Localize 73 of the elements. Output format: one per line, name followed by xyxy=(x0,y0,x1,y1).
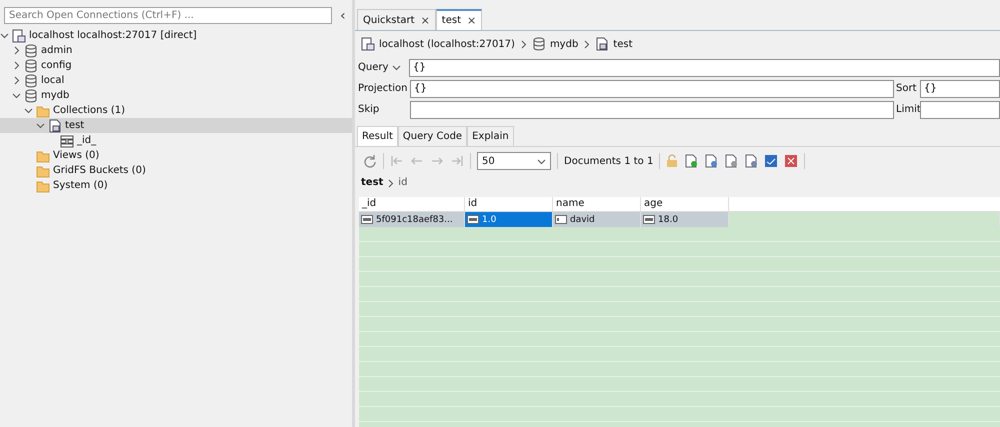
add-document-icon[interactable] xyxy=(684,154,698,168)
chevron-icon xyxy=(582,40,592,48)
table-cell[interactable]: 5f091c18aef83... xyxy=(359,212,465,227)
table-cell[interactable]: 1.0 xyxy=(465,212,553,227)
path-field[interactable]: id xyxy=(398,177,408,193)
column-header[interactable]: id xyxy=(465,197,553,212)
text-icon xyxy=(555,215,567,224)
tree-item[interactable]: localhost localhost:27017 [direct] xyxy=(0,28,352,43)
field-label: Limit xyxy=(896,104,918,115)
field-label: Projection xyxy=(358,83,408,94)
checkmark-icon[interactable] xyxy=(764,154,778,168)
breadcrumb-item[interactable]: mydb xyxy=(550,38,578,50)
tab[interactable]: Explain xyxy=(467,126,514,146)
tab[interactable]: Query Code xyxy=(398,126,468,146)
search-field[interactable]: Search Open Connections (Ctrl+F) ... xyxy=(4,7,332,24)
number-icon xyxy=(467,215,479,224)
tree-item[interactable]: test xyxy=(0,118,352,133)
index-icon xyxy=(60,134,74,148)
refresh-icon[interactable] xyxy=(363,154,377,168)
tree-item[interactable]: mydb xyxy=(0,88,352,103)
chevron-icon xyxy=(518,40,528,48)
chevron-icon[interactable] xyxy=(392,63,401,72)
edit-document-icon[interactable] xyxy=(724,154,738,168)
folder-icon xyxy=(36,164,50,178)
document-count: Documents 1 to 1 xyxy=(564,156,654,166)
table-cell[interactable]: 18.0 xyxy=(641,212,729,227)
field-label: Query xyxy=(358,62,390,73)
breadcrumb-item[interactable]: test xyxy=(613,38,633,50)
projection-field[interactable]: {} xyxy=(410,80,894,98)
tree-item[interactable]: Collections (1) xyxy=(0,103,352,118)
sort-field[interactable]: {} xyxy=(920,80,1000,98)
tree-item[interactable]: GridFS Buckets (0) xyxy=(0,163,352,178)
column-header[interactable]: age xyxy=(641,197,729,212)
server-icon xyxy=(12,28,26,42)
query-field[interactable]: {} xyxy=(409,58,1000,76)
document-icon xyxy=(48,118,62,132)
delete-icon[interactable] xyxy=(784,154,798,168)
tree-item[interactable]: System (0) xyxy=(0,178,352,193)
field-label: Sort xyxy=(896,83,918,94)
document-icon xyxy=(595,37,610,51)
tree-item[interactable]: Views (0) xyxy=(0,148,352,163)
limit-field[interactable] xyxy=(920,100,1000,118)
field-label: Skip xyxy=(358,104,380,115)
close-icon[interactable]: × xyxy=(420,14,430,26)
tree-item[interactable]: admin xyxy=(0,43,352,58)
close-icon[interactable]: × xyxy=(467,14,476,27)
chevron-icon xyxy=(386,179,396,188)
tab[interactable]: Result xyxy=(357,126,398,146)
tree-item[interactable]: config xyxy=(0,58,352,73)
folder-icon xyxy=(36,148,50,162)
database-icon xyxy=(24,58,38,72)
tab[interactable]: Quickstart × xyxy=(357,9,436,30)
path-root[interactable]: test xyxy=(361,177,384,193)
server-icon xyxy=(361,37,375,51)
tree-item[interactable]: local xyxy=(0,73,352,88)
clone-document-icon[interactable] xyxy=(704,154,718,168)
id-card-icon xyxy=(361,215,373,224)
database-icon xyxy=(24,44,38,58)
breadcrumb-item[interactable]: localhost (localhost:27017) xyxy=(379,38,515,50)
column-header[interactable]: _id xyxy=(359,197,465,212)
database-icon xyxy=(24,74,38,88)
page-size-dropdown[interactable]: 50 xyxy=(477,152,551,170)
database-icon xyxy=(24,88,38,102)
tree-item[interactable]: _id_ xyxy=(0,133,352,148)
column-header[interactable]: name xyxy=(553,197,641,212)
table-cell[interactable]: david xyxy=(553,212,641,227)
view-document-icon[interactable] xyxy=(744,154,758,168)
folder-icon xyxy=(36,178,50,192)
skip-field[interactable] xyxy=(410,100,894,118)
collapse-button[interactable]: ‹ xyxy=(340,8,346,24)
number-icon xyxy=(643,215,655,224)
database-icon xyxy=(532,37,546,51)
tab[interactable]: test × xyxy=(436,9,482,30)
